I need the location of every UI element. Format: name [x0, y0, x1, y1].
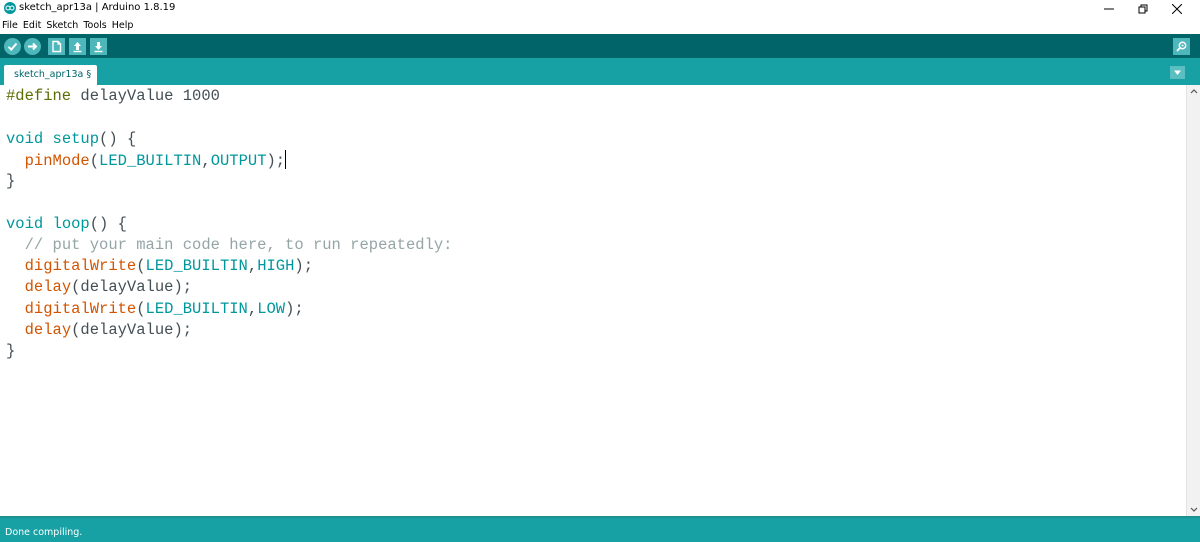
code-text: (delayValue); — [71, 278, 193, 297]
tab-sketch[interactable]: sketch_apr13a § — [4, 65, 98, 85]
code-line: } — [6, 171, 15, 192]
code-line: #define delayValue 1000 — [6, 86, 220, 107]
code-text: } — [6, 172, 16, 190]
code-text: } — [6, 342, 16, 360]
chevron-down-icon — [1174, 70, 1181, 75]
chevron-down-icon — [1190, 507, 1198, 512]
code-function: pinMode — [24, 151, 90, 170]
code-line: pinMode(LED_BUILTIN,OUTPUT); — [6, 149, 287, 171]
verify-icon — [7, 42, 18, 51]
menu-sketch[interactable]: Sketch — [46, 18, 78, 33]
code-line: void setup() { — [6, 129, 136, 150]
save-arrow-down-icon — [94, 42, 103, 53]
scroll-up-button[interactable] — [1187, 85, 1200, 97]
code-text: () { — [89, 214, 127, 233]
code-line: void loop() { — [6, 214, 127, 235]
code-text: , — [247, 299, 258, 318]
window-title: sketch_apr13a | Arduino 1.8.19 — [19, 2, 176, 13]
code-text: ); — [285, 299, 304, 318]
code-constant: LED_BUILTIN — [99, 151, 202, 170]
code-constant: LED_BUILTIN — [145, 257, 248, 275]
code-line: delay(delayValue); — [6, 320, 192, 341]
upload-button[interactable] — [24, 38, 41, 55]
code-text: ( — [89, 151, 100, 170]
menu-edit[interactable]: Edit — [23, 18, 41, 33]
restore-icon — [1138, 4, 1148, 14]
restore-button[interactable] — [1126, 0, 1160, 18]
code-constant: HIGH — [257, 257, 295, 275]
menu-bar: File Edit Sketch Tools Help — [0, 18, 1200, 33]
menu-file[interactable]: File — [2, 18, 18, 33]
chevron-up-icon — [1190, 89, 1198, 94]
status-bar: Done compiling. — [0, 516, 1200, 542]
code-line: } — [6, 341, 15, 362]
code-constant: LED_BUILTIN — [145, 299, 248, 318]
tab-strip: sketch_apr13a § — [0, 58, 1200, 85]
upload-icon — [28, 42, 38, 51]
vertical-scrollbar[interactable] — [1186, 85, 1200, 516]
code-keyword: loop — [52, 214, 90, 233]
code-function: digitalWrite — [24, 299, 137, 318]
code-function: delay — [24, 278, 72, 297]
verify-button[interactable] — [4, 38, 21, 55]
code-text: ( — [136, 299, 146, 318]
toolbar — [0, 34, 1200, 58]
scroll-down-button[interactable] — [1187, 504, 1200, 516]
tab-menu-button[interactable] — [1170, 66, 1185, 79]
code-editor[interactable]: #define delayValue 1000 void setup() { pi… — [0, 85, 1186, 516]
code-function: delay — [24, 320, 72, 339]
code-line: digitalWrite(LED_BUILTIN,HIGH); — [6, 256, 313, 277]
save-sketch-button[interactable] — [90, 38, 107, 55]
code-text: ); — [294, 257, 314, 275]
code-constant: LOW — [257, 299, 286, 318]
code-line: delay(delayValue); — [6, 277, 192, 298]
code-text: () { — [99, 129, 137, 148]
code-text: , — [247, 257, 258, 275]
close-icon — [1172, 4, 1182, 14]
code-comment: // put your main code here, to run repea… — [24, 235, 453, 254]
title-bar: sketch_apr13a | Arduino 1.8.19 — [0, 0, 1200, 18]
code-line: // put your main code here, to run repea… — [6, 235, 453, 256]
open-arrow-up-icon — [73, 42, 82, 53]
menu-help[interactable]: Help — [112, 18, 134, 33]
new-sketch-button[interactable] — [48, 38, 65, 55]
new-file-icon — [52, 40, 62, 53]
serial-monitor-button[interactable] — [1173, 38, 1190, 55]
code-keyword: void — [6, 214, 44, 233]
code-text: , — [201, 151, 211, 170]
code-constant: OUTPUT — [210, 151, 267, 170]
text-caret — [285, 149, 287, 169]
menu-tools[interactable]: Tools — [83, 18, 106, 33]
code-text: ); — [266, 151, 286, 170]
code-text: (delayValue); — [71, 320, 193, 339]
code-keyword: setup — [52, 129, 100, 148]
minimize-button[interactable] — [1092, 0, 1126, 18]
code-preprocessor: #define — [6, 87, 72, 105]
minimize-icon — [1104, 8, 1114, 10]
close-button[interactable] — [1160, 0, 1194, 18]
code-text: ( — [136, 257, 146, 275]
code-text: delayValue 1000 — [71, 87, 220, 105]
code-line: digitalWrite(LED_BUILTIN,LOW); — [6, 299, 304, 320]
status-message: Done compiling. — [5, 527, 83, 538]
open-sketch-button[interactable] — [69, 38, 86, 55]
serial-monitor-icon — [1176, 41, 1187, 52]
arduino-logo-icon — [4, 2, 16, 14]
code-keyword: void — [6, 129, 44, 148]
code-function: digitalWrite — [24, 257, 137, 275]
